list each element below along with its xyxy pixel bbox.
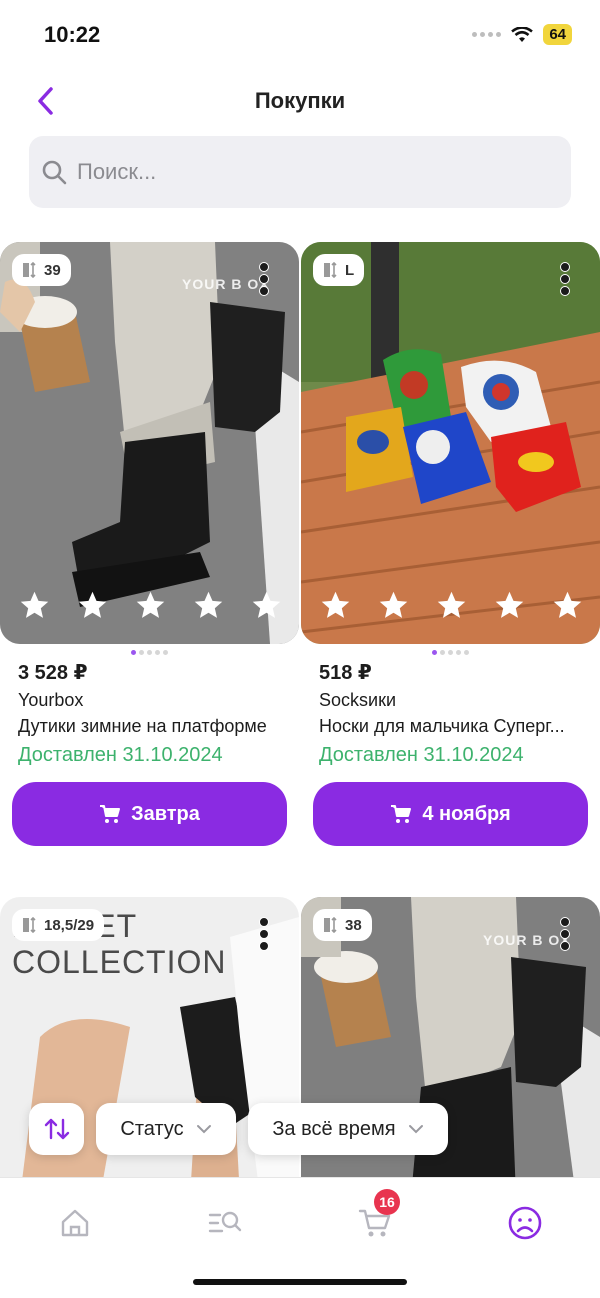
- more-button[interactable]: [559, 917, 571, 951]
- cart-count-badge: 16: [374, 1189, 400, 1215]
- size-value: 39: [44, 261, 61, 279]
- product-brand: Yourbox: [18, 690, 84, 710]
- catalog-search-icon: [208, 1211, 242, 1233]
- home-indicator: [193, 1279, 407, 1285]
- star-icon[interactable]: [435, 589, 468, 622]
- buy-again-button[interactable]: 4 ноября: [313, 782, 588, 846]
- nav-catalog[interactable]: [195, 1198, 255, 1248]
- nav-profile[interactable]: [495, 1198, 555, 1248]
- nav-home[interactable]: [45, 1198, 105, 1248]
- size-icon: [324, 917, 337, 933]
- sort-button[interactable]: [29, 1103, 84, 1155]
- star-icon[interactable]: [18, 589, 51, 622]
- status-icons: 64: [472, 24, 572, 45]
- search-bar[interactable]: [29, 136, 571, 208]
- image-pager: [131, 650, 168, 655]
- chevron-down-icon: [408, 1125, 423, 1134]
- star-icon[interactable]: [551, 589, 584, 622]
- product-name[interactable]: Дутики зимние на платформе: [18, 716, 293, 737]
- size-value: 38: [345, 916, 362, 934]
- star-icon[interactable]: [134, 589, 167, 622]
- signal-icon: [472, 32, 502, 37]
- size-badge: 18,5/29: [12, 909, 105, 941]
- image-pager: [432, 650, 469, 655]
- size-value: L: [345, 261, 355, 279]
- product-name[interactable]: Носки для мальчика Суперг...: [319, 716, 589, 737]
- star-icon[interactable]: [493, 589, 526, 622]
- search-icon: [42, 160, 67, 185]
- product-image-boots[interactable]: [0, 242, 299, 644]
- size-icon: [23, 917, 36, 933]
- buy-button-label: 4 ноября: [422, 802, 511, 825]
- product-image-socks[interactable]: [301, 242, 600, 644]
- brand-watermark: YOUR B OX: [182, 276, 270, 292]
- size-value: 18,5/29: [44, 916, 95, 934]
- star-icon[interactable]: [250, 589, 283, 622]
- page-title: Покупки: [254, 88, 346, 113]
- star-icon[interactable]: [377, 589, 410, 622]
- star-icon[interactable]: [319, 589, 352, 622]
- more-button[interactable]: [258, 262, 270, 296]
- period-filter-label: За всё время: [272, 1117, 396, 1140]
- status-time: 10:22: [44, 22, 101, 47]
- rating-stars[interactable]: [319, 589, 584, 622]
- size-badge: L: [313, 254, 365, 286]
- size-icon: [324, 262, 337, 278]
- sort-icon: [44, 1118, 69, 1140]
- size-badge: 38: [313, 909, 372, 941]
- status-filter[interactable]: Статус: [96, 1103, 236, 1155]
- search-input[interactable]: [75, 158, 539, 186]
- size-icon: [23, 262, 36, 278]
- chevron-down-icon: [196, 1125, 211, 1134]
- product-price: 3 528 ₽: [18, 662, 88, 684]
- star-icon[interactable]: [76, 589, 109, 622]
- delivery-status: Доставлен 31.10.2024: [18, 744, 223, 766]
- more-button[interactable]: [559, 262, 571, 296]
- brand-watermark: YOUR B OX: [483, 932, 571, 948]
- star-icon[interactable]: [192, 589, 225, 622]
- product-brand: Socksики: [319, 690, 397, 710]
- boots-photo: [0, 242, 299, 644]
- profile-icon: [508, 1206, 542, 1240]
- rating-stars[interactable]: [18, 589, 283, 622]
- more-button[interactable]: [258, 917, 270, 951]
- product-price: 518 ₽: [319, 662, 372, 684]
- socks-photo: [301, 242, 600, 644]
- cart-icon: [391, 805, 412, 823]
- home-icon: [61, 1209, 89, 1237]
- battery-indicator: 64: [543, 24, 572, 45]
- status-filter-label: Статус: [120, 1117, 184, 1140]
- wifi-icon: [511, 26, 534, 42]
- period-filter[interactable]: За всё время: [248, 1103, 448, 1155]
- cart-icon: [100, 805, 121, 823]
- size-badge: 39: [12, 254, 71, 286]
- buy-button-label: Завтра: [131, 802, 200, 825]
- delivery-status: Доставлен 31.10.2024: [319, 744, 524, 766]
- buy-again-button[interactable]: Завтра: [12, 782, 287, 846]
